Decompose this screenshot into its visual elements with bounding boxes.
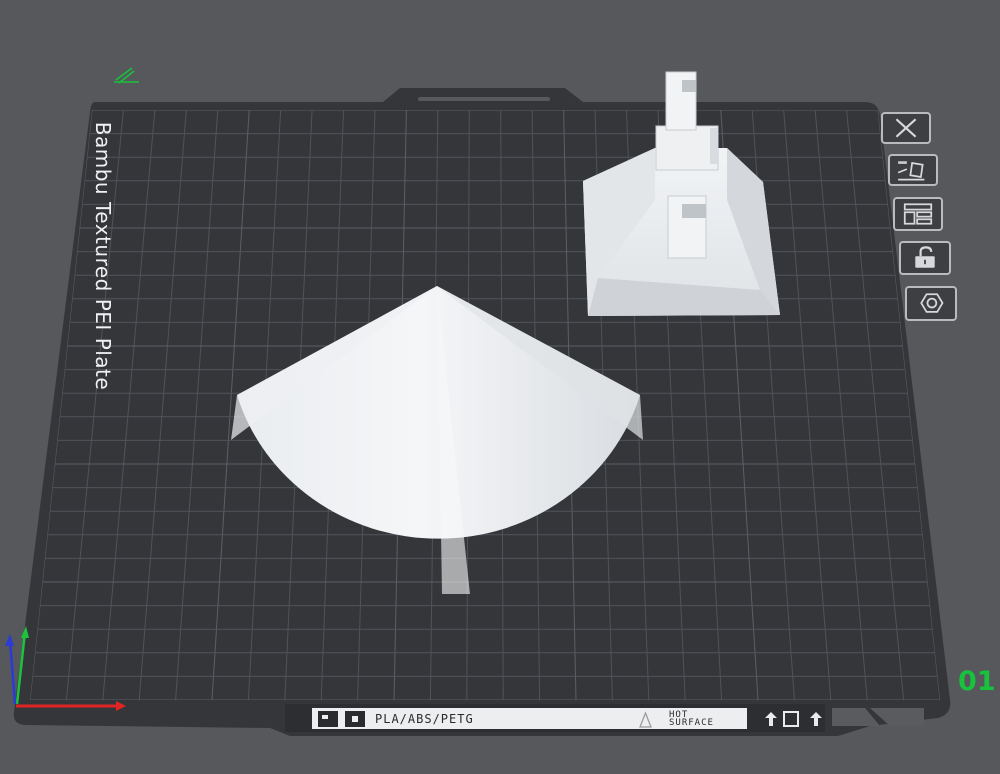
lock-icon <box>915 246 935 268</box>
close-icon <box>895 118 917 138</box>
plate-number[interactable]: 01 <box>958 666 996 697</box>
hot-surface-line2: SURFACE <box>669 718 714 728</box>
auto-orient-icon <box>897 161 925 181</box>
edit-icon[interactable] <box>114 67 139 84</box>
3d-viewport[interactable]: Bambu Textured PEI Plate PLA/ABS/PETG HO… <box>0 0 1000 774</box>
plate-material-text: PLA/ABS/PETG <box>375 712 474 726</box>
arrange-button[interactable] <box>893 197 943 231</box>
plate-settings-button[interactable] <box>905 286 957 321</box>
scene <box>5 67 951 736</box>
lock-plate-button[interactable] <box>899 241 951 275</box>
auto-orient-button[interactable] <box>888 154 938 186</box>
plate-close-button[interactable] <box>881 112 931 144</box>
plate-type-label: Bambu Textured PEI Plate <box>91 121 115 391</box>
settings-icon <box>920 293 944 313</box>
arrange-icon <box>903 203 933 225</box>
